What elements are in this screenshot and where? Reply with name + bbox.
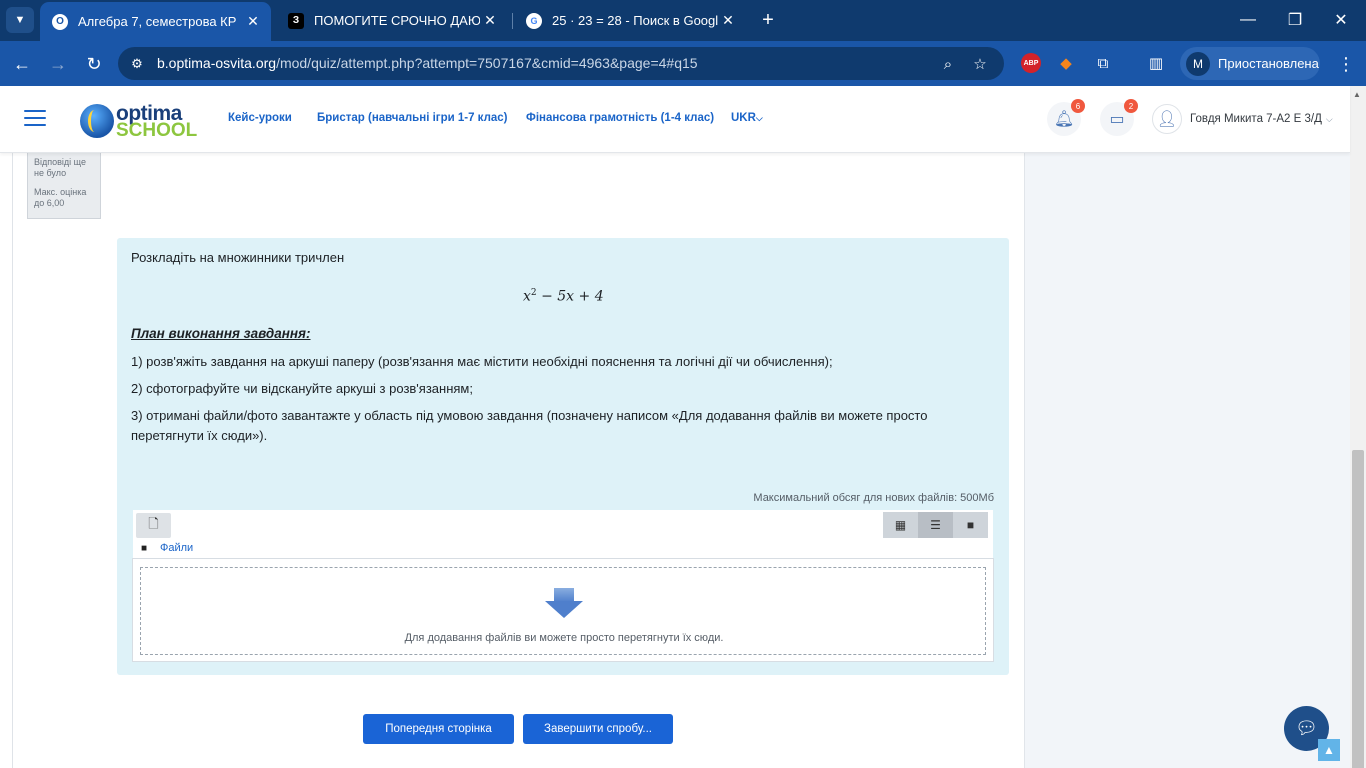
files-path-link[interactable]: Файли xyxy=(160,542,193,554)
url-input[interactable]: ⚙ b.optima-osvita.org/mod/quiz/attempt.p… xyxy=(118,47,1004,80)
folder-icon: ■ xyxy=(966,518,975,532)
site-settings-icon[interactable]: ⚙ xyxy=(128,55,146,73)
tab-znanija[interactable]: З ПОМОГИТЕ СРОЧНО ДАЮ 100 ✕ xyxy=(276,0,508,41)
reload-icon[interactable]: ↻ xyxy=(80,50,108,78)
side-panel-icon[interactable]: ▥ xyxy=(1146,53,1166,73)
max-file-size: Максимальний обсяг для нових файлів: 500… xyxy=(753,492,994,504)
add-file-button[interactable]: 🗋 xyxy=(136,513,171,538)
hamburger-menu-icon[interactable] xyxy=(24,110,46,128)
nav-financial-literacy[interactable]: Фінансова грамотність (1-4 клас) xyxy=(526,112,714,124)
question-status: Відповіді ще не було xyxy=(34,157,86,178)
profile-button[interactable]: M Приостановлена xyxy=(1180,47,1320,80)
right-sidebar xyxy=(1024,153,1350,768)
tab-search-icon[interactable]: ▼ xyxy=(6,7,34,33)
tab-algebra[interactable]: O Алгебра 7, семестрова КР ✕ xyxy=(40,2,271,41)
bell-icon: 🔔︎ xyxy=(1053,111,1075,128)
messages-button[interactable]: ▭ 2 xyxy=(1100,99,1138,136)
znanija-favicon-icon: З xyxy=(288,12,304,29)
metamask-extension-icon[interactable]: ◆ xyxy=(1056,53,1076,73)
google-favicon-icon: G xyxy=(526,12,542,29)
file-dropzone[interactable]: Для додавання файлів ви можете просто пе… xyxy=(132,558,994,662)
scrollbar-thumb[interactable] xyxy=(1352,450,1364,768)
minimize-icon[interactable]: — xyxy=(1225,0,1271,40)
nav-language-selector[interactable]: UKR⌵ xyxy=(731,112,763,124)
filemanager-toolbar: 🗋 ▦ ☰ ■ xyxy=(133,510,993,540)
restore-icon[interactable]: ❐ xyxy=(1272,0,1318,40)
extensions-puzzle-icon[interactable]: ⧉ xyxy=(1093,53,1113,73)
finish-attempt-button[interactable]: Завершити спробу... xyxy=(523,714,673,744)
nav-bristar[interactable]: Бристар (навчальні ігри 1-7 клас) xyxy=(317,112,508,124)
profile-status: Приостановлена xyxy=(1218,56,1319,71)
previous-page-button[interactable]: Попередня сторінка xyxy=(363,714,514,744)
plan-step-2: 2) сфотографуйте чи відскануйте аркуші з… xyxy=(131,381,473,396)
notifications-badge: 6 xyxy=(1071,99,1085,113)
view-icons-button[interactable]: ▦ xyxy=(883,512,918,538)
scroll-up-icon[interactable]: ▲ xyxy=(1353,90,1361,99)
back-to-top-button[interactable]: ▲ xyxy=(1318,739,1340,761)
dropzone-inner: Для додавання файлів ви можете просто пе… xyxy=(140,567,986,655)
folder-icon: ■ xyxy=(141,543,148,554)
plan-heading: План виконання завдання: xyxy=(131,326,311,341)
nav-case-lessons[interactable]: Кейс-уроки xyxy=(228,112,292,124)
url-text: b.optima-osvita.org/mod/quiz/attempt.php… xyxy=(157,55,698,71)
plan-step-1: 1) розв'яжіть завдання на аркуші паперу … xyxy=(131,354,833,369)
plan-step-3: 3) отримані файли/фото завантажте у обла… xyxy=(131,408,928,443)
back-icon[interactable]: ← xyxy=(8,50,36,78)
grid-icon: ▦ xyxy=(894,518,907,532)
new-tab-icon[interactable]: + xyxy=(756,8,780,32)
file-icon: 🗋 xyxy=(148,515,159,531)
site-header: optima SCHOOL Кейс-уроки Бристар (навчал… xyxy=(0,86,1350,153)
download-arrow-icon xyxy=(545,588,583,620)
view-list-button[interactable]: ☰ xyxy=(918,512,953,538)
logo-globe-icon xyxy=(80,104,114,138)
tab-title: Алгебра 7, семестрова КР xyxy=(78,14,237,29)
list-icon: ☰ xyxy=(930,518,941,532)
chat-bubble-icon: 💬︎ xyxy=(1295,718,1318,738)
user-icon: 👤︎ xyxy=(1152,104,1182,134)
question-max-grade: Макс. оцінка до 6,00 xyxy=(34,187,87,208)
filemanager-path: ■ Файли xyxy=(133,540,993,558)
user-menu[interactable]: 👤︎ Говдя Микита 7-А2 Е 3/Д ⌵ xyxy=(1152,104,1333,134)
question-prompt: Розкладіть на множинники тричлен xyxy=(131,250,345,265)
close-tab-icon[interactable]: ✕ xyxy=(718,12,738,29)
question-content: Розкладіть на множинники тричлен x2 − 5x… xyxy=(117,238,1009,675)
page-scrollbar[interactable]: ▲ xyxy=(1350,86,1366,768)
notifications-button[interactable]: 🔔︎ 6 xyxy=(1047,99,1085,136)
bookmark-star-icon[interactable]: ☆ xyxy=(970,54,990,74)
dropzone-text: Для додавання файлів ви можете просто пе… xyxy=(404,632,724,644)
messages-badge: 2 xyxy=(1124,99,1138,113)
chevron-down-icon: ⌵ xyxy=(755,113,763,123)
browser-tab-bar: ▼ O Алгебра 7, семестрова КР ✕ З ПОМОГИТ… xyxy=(0,0,1366,41)
view-tree-button[interactable]: ■ xyxy=(953,512,988,538)
profile-avatar: M xyxy=(1186,51,1210,76)
url-path: /mod/quiz/attempt.php?attempt=7507167&cm… xyxy=(276,55,698,71)
question-info-box: Відповіді ще не було Макс. оцінка до 6,0… xyxy=(27,153,101,219)
chat-icon: ▭ xyxy=(1109,111,1125,128)
tab-google[interactable]: G 25 · 23 = 28 - Поиск в Google ✕ xyxy=(514,0,746,41)
chevron-down-icon: ⌵ xyxy=(1325,113,1333,124)
browser-address-bar: ← → ↻ ⚙ b.optima-osvita.org/mod/quiz/att… xyxy=(0,41,1366,86)
logo-text-bottom: SCHOOL xyxy=(116,120,198,141)
tab-title: 25 · 23 = 28 - Поиск в Google xyxy=(552,13,718,28)
content-border xyxy=(12,153,13,768)
user-name: Говдя Микита 7-А2 Е 3/Д xyxy=(1190,113,1322,125)
zoom-search-icon[interactable]: ⌕ xyxy=(938,54,958,74)
tab-separator xyxy=(512,13,513,29)
optima-favicon-icon: O xyxy=(52,13,68,30)
close-tab-icon[interactable]: ✕ xyxy=(243,13,263,30)
question-formula: x2 − 5x + 4 xyxy=(523,288,604,305)
url-domain: b.optima-osvita.org xyxy=(157,55,277,71)
close-tab-icon[interactable]: ✕ xyxy=(480,12,500,29)
arrow-up-icon: ▲ xyxy=(1323,743,1335,757)
adblock-extension-icon[interactable]: ABP xyxy=(1021,53,1041,73)
optima-school-logo[interactable]: optima SCHOOL xyxy=(80,100,197,141)
forward-icon[interactable]: → xyxy=(44,50,72,78)
tab-title: ПОМОГИТЕ СРОЧНО ДАЮ 100 xyxy=(314,13,480,28)
formula-base: x xyxy=(523,288,531,305)
close-window-icon[interactable]: ✕ xyxy=(1318,0,1364,40)
browser-menu-icon[interactable]: ⋮ xyxy=(1336,53,1356,75)
formula-rest: − 5x + 4 xyxy=(536,288,604,305)
language-label: UKR xyxy=(731,112,756,124)
